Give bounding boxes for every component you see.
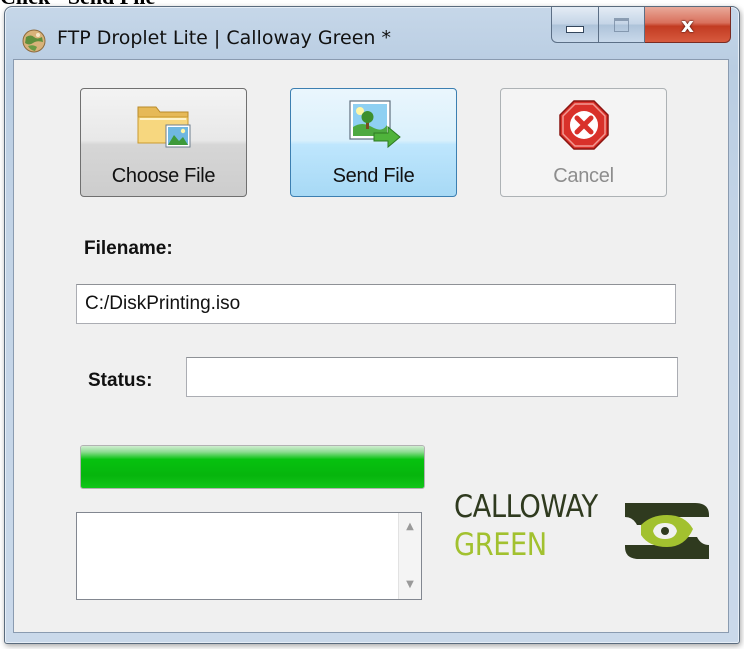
- minimize-button[interactable]: [551, 7, 599, 43]
- progress-bar: [80, 445, 425, 489]
- maximize-icon: [614, 17, 629, 32]
- status-field[interactable]: [186, 357, 678, 397]
- send-file-button[interactable]: Send File: [290, 88, 457, 197]
- choose-file-button[interactable]: Choose File: [80, 88, 247, 197]
- close-button[interactable]: x: [645, 7, 731, 43]
- window-title: FTP Droplet Lite | Calloway Green *: [57, 27, 391, 49]
- stop-x-icon: [558, 100, 609, 150]
- logo-text-calloway: CALLOWAY: [454, 489, 598, 525]
- progress-fill: [81, 446, 424, 488]
- maximize-button[interactable]: [599, 7, 645, 43]
- cancel-button[interactable]: Cancel: [500, 88, 667, 197]
- app-window: FTP Droplet Lite | Calloway Green * x Ch…: [4, 6, 740, 644]
- logo-mark-icon: [625, 503, 709, 559]
- window-controls: x: [551, 7, 731, 45]
- scroll-down-icon[interactable]: ▼: [399, 575, 421, 595]
- log-textarea[interactable]: ▲ ▼: [76, 512, 422, 600]
- scroll-up-icon[interactable]: ▲: [399, 517, 421, 537]
- filename-label: Filename:: [84, 238, 173, 259]
- title-bar[interactable]: FTP Droplet Lite | Calloway Green * x: [5, 7, 739, 59]
- folder-image-icon: [137, 106, 190, 148]
- minimize-icon: [566, 26, 584, 33]
- calloway-green-logo: CALLOWAY GREEN: [454, 483, 724, 583]
- status-label: Status:: [88, 370, 153, 391]
- app-globe-icon: [22, 29, 46, 53]
- send-file-label: Send File: [332, 165, 415, 187]
- logo-text-green: GREEN: [454, 527, 547, 563]
- image-send-icon: [348, 100, 401, 149]
- filename-field[interactable]: [76, 284, 676, 324]
- client-area: Choose File Send File Cancel Filename: C…: [13, 59, 729, 633]
- choose-file-label: Choose File: [111, 165, 216, 187]
- log-scrollbar[interactable]: ▲ ▼: [398, 513, 421, 599]
- close-icon: x: [681, 12, 694, 37]
- cancel-label: Cancel: [553, 165, 614, 187]
